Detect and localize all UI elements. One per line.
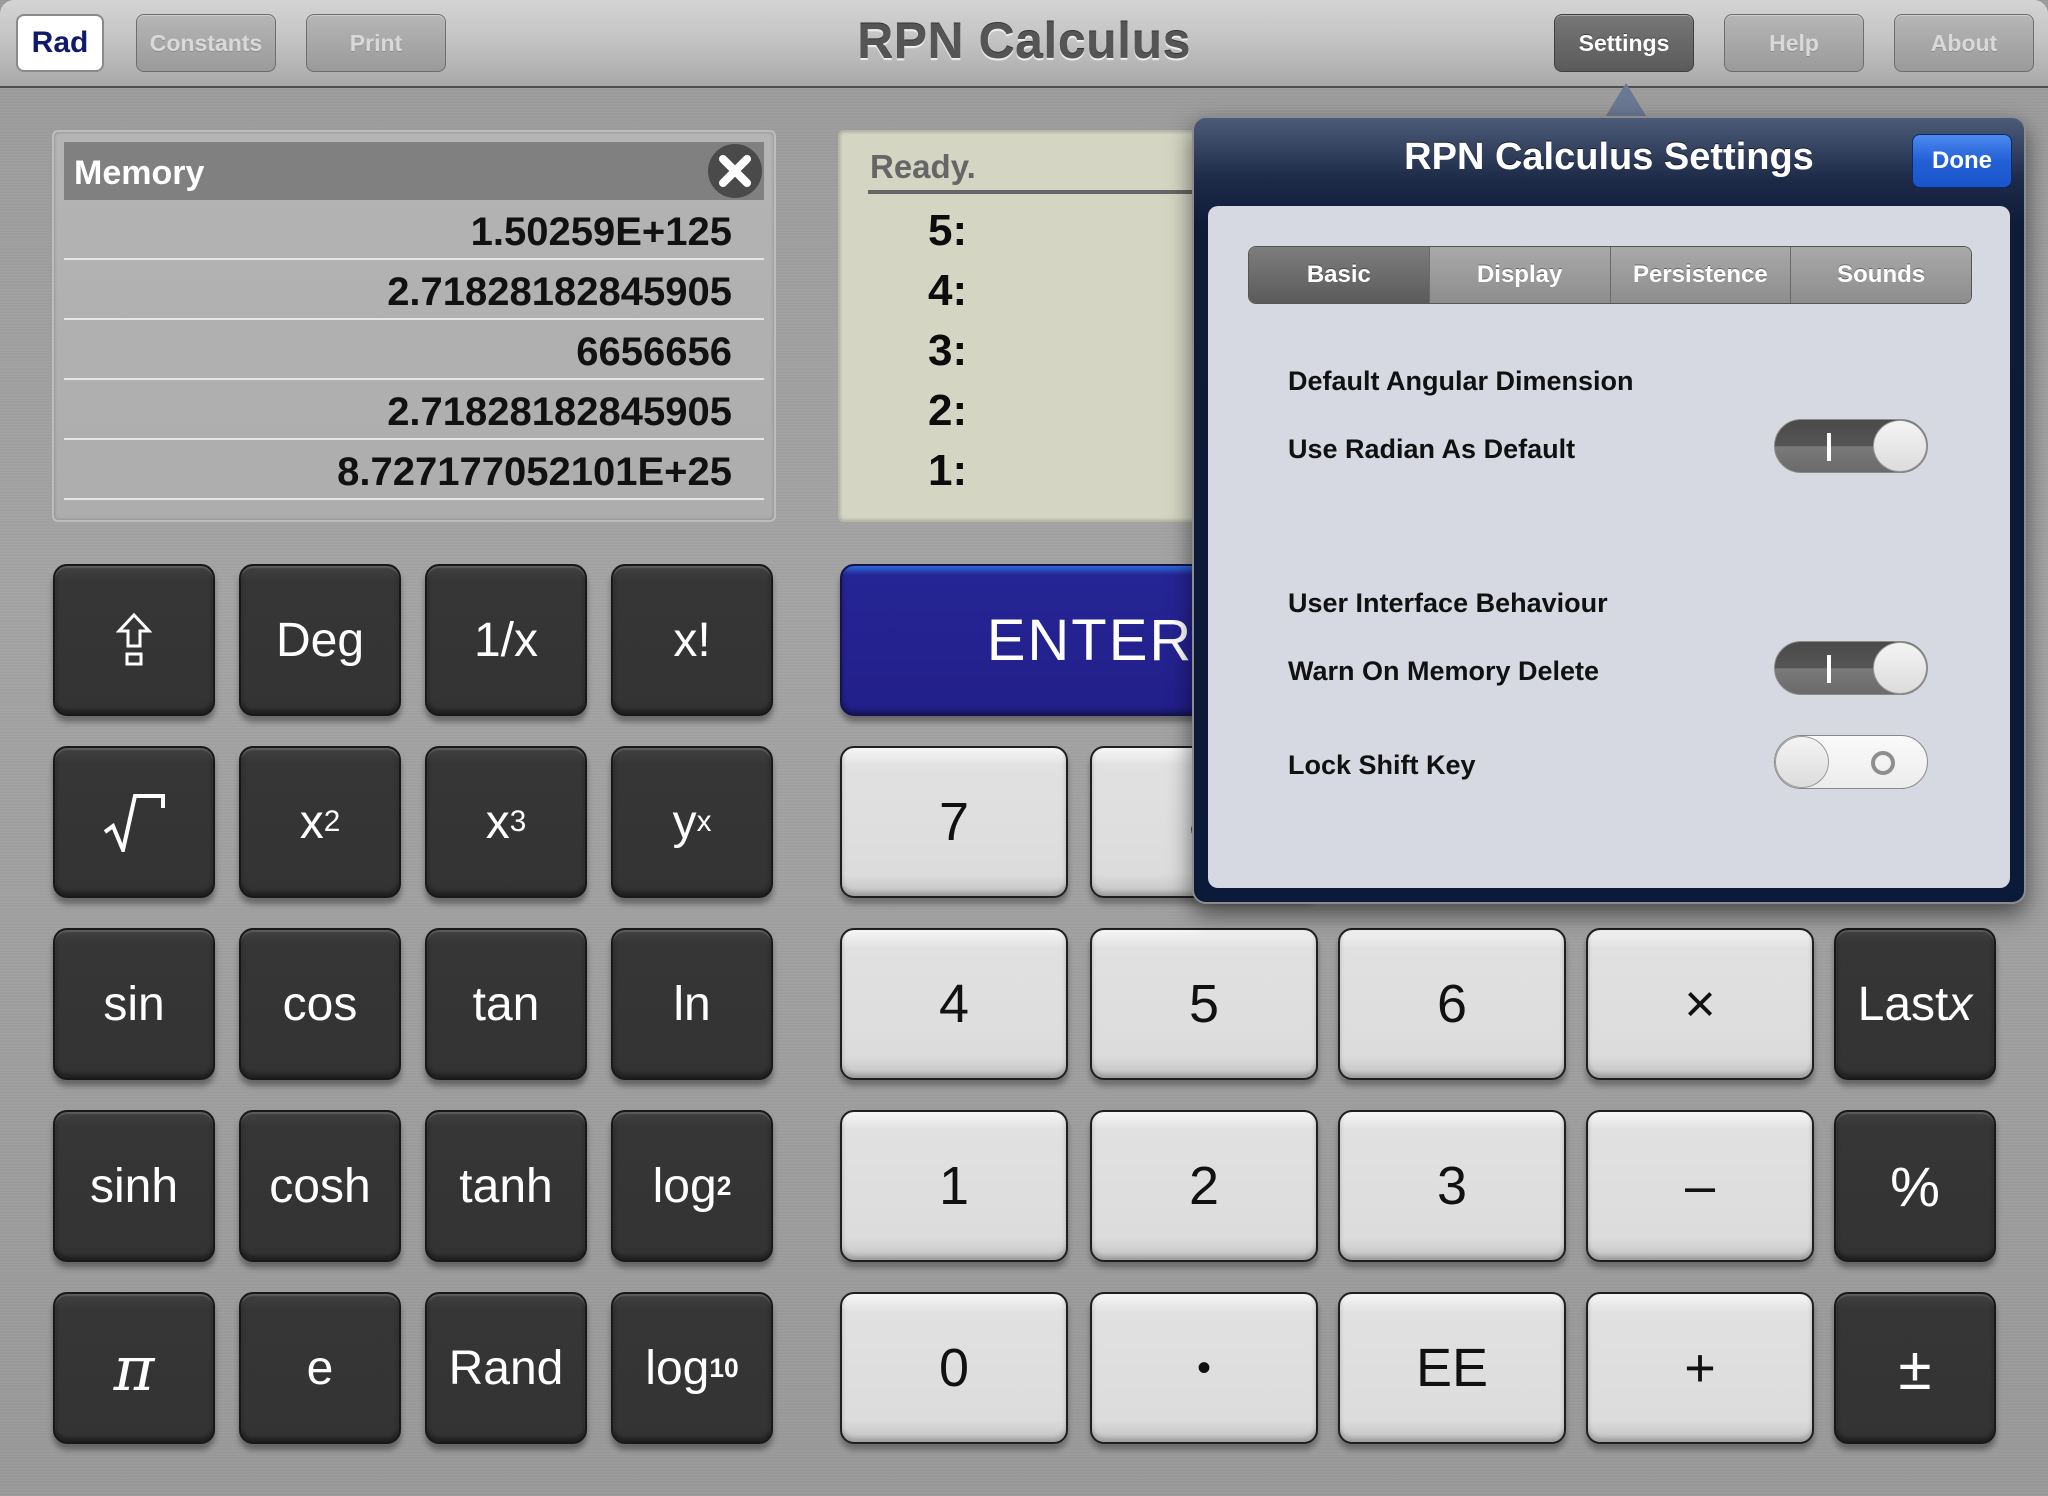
stack-level-label: 5: [928, 206, 968, 255]
digit-0-key[interactable]: 0 [840, 1292, 1068, 1444]
about-button[interactable]: About [1894, 14, 2034, 72]
stack-level-label: 4: [928, 266, 968, 315]
section-angular-heading: Default Angular Dimension [1288, 366, 1634, 396]
sin-key[interactable]: sin [53, 928, 215, 1080]
cube-base: x [485, 795, 510, 849]
memory-close-button[interactable] [708, 144, 762, 198]
stack-level-label: 1: [928, 446, 968, 495]
exponent-key[interactable]: EE [1338, 1292, 1566, 1444]
memory-header: Memory [64, 142, 764, 200]
decimal-key[interactable]: • [1090, 1292, 1318, 1444]
memory-value: 2.71828182845905 [387, 390, 732, 434]
log2-key[interactable]: log 2 [611, 1110, 773, 1262]
settings-body: Basic Display Persistence Sounds Default… [1208, 206, 2010, 888]
tab-basic[interactable]: Basic [1249, 247, 1430, 303]
e-key[interactable]: e [239, 1292, 401, 1444]
lock-shift-label: Lock Shift Key [1288, 750, 1476, 780]
factorial-key[interactable]: x! [611, 564, 773, 716]
settings-title: RPN Calculus Settings [1404, 136, 1814, 178]
multiply-key[interactable]: × [1586, 928, 1814, 1080]
tan-key[interactable]: tan [425, 928, 587, 1080]
memory-item[interactable]: 2.71828182845905 [64, 380, 764, 440]
sqrt-key[interactable] [53, 746, 215, 898]
use-radian-toggle[interactable] [1774, 419, 1928, 473]
digit-3-key[interactable]: 3 [1338, 1110, 1566, 1262]
memory-value: 2.71828182845905 [387, 270, 732, 314]
percent-key[interactable]: % [1834, 1110, 1996, 1262]
memory-title: Memory [74, 154, 205, 192]
status-divider [868, 190, 1208, 194]
popover-arrow [1604, 83, 1648, 119]
log10-base: log [645, 1341, 710, 1395]
toggle-on-mark [1827, 433, 1831, 461]
power-base: y [672, 795, 697, 849]
use-radian-label: Use Radian As Default [1288, 434, 1576, 464]
pi-key[interactable]: π [53, 1292, 215, 1444]
settings-button[interactable]: Settings [1554, 14, 1694, 72]
add-key[interactable]: + [1586, 1292, 1814, 1444]
memory-item[interactable]: 6656656 [64, 320, 764, 380]
sinh-key[interactable]: sinh [53, 1110, 215, 1262]
cube-key[interactable]: x3 [425, 746, 587, 898]
tanh-key[interactable]: tanh [425, 1110, 587, 1262]
memory-value: 6656656 [576, 330, 732, 374]
cosh-key[interactable]: cosh [239, 1110, 401, 1262]
memory-item[interactable]: 1.50259E+125 [64, 200, 764, 260]
toggle-off-mark [1871, 751, 1895, 775]
power-key[interactable]: yx [611, 746, 773, 898]
settings-popover: RPN Calculus Settings Done Basic Display… [1192, 116, 2026, 904]
help-button[interactable]: Help [1724, 14, 1864, 72]
stack-level-label: 2: [928, 386, 968, 435]
shift-arrow-icon [116, 612, 152, 666]
done-button[interactable]: Done [1912, 134, 2012, 188]
digit-2-key[interactable]: 2 [1090, 1110, 1318, 1262]
sqrt-icon [103, 794, 165, 852]
toggle-knob [1873, 420, 1927, 472]
memory-value: 1.50259E+125 [470, 210, 732, 254]
section-ui-heading: User Interface Behaviour [1288, 588, 1608, 618]
log2-base: log [652, 1159, 717, 1213]
digit-5-key[interactable]: 5 [1090, 928, 1318, 1080]
warn-memory-delete-toggle[interactable] [1774, 641, 1928, 695]
digit-1-key[interactable]: 1 [840, 1110, 1068, 1262]
tab-display[interactable]: Display [1429, 247, 1611, 303]
plus-minus-key[interactable]: ± [1834, 1292, 1996, 1444]
rand-key[interactable]: Rand [425, 1292, 587, 1444]
toggle-knob [1775, 736, 1829, 788]
digit-4-key[interactable]: 4 [840, 928, 1068, 1080]
memory-item[interactable]: 8.727177052101E+25 [64, 440, 764, 500]
toggle-on-mark [1827, 655, 1831, 683]
shift-key[interactable] [53, 564, 215, 716]
subtract-key[interactable]: – [1586, 1110, 1814, 1262]
memory-item[interactable]: 2.71828182845905 [64, 260, 764, 320]
tab-persistence[interactable]: Persistence [1610, 247, 1792, 303]
warn-memory-delete-label: Warn On Memory Delete [1288, 656, 1600, 686]
toggle-knob [1873, 642, 1927, 694]
close-x-icon [719, 155, 751, 187]
stack-display: Ready. 5: 4: 3: 2: 1: [838, 130, 1208, 522]
stack-level-label: 3: [928, 326, 968, 375]
settings-tabs: Basic Display Persistence Sounds [1248, 246, 1972, 304]
top-toolbar: Rad Constants Print RPN Calculus Setting… [0, 0, 2048, 88]
square-base: x [299, 795, 324, 849]
lock-shift-toggle[interactable] [1774, 735, 1928, 789]
lastx-var: x [1948, 977, 1973, 1031]
log10-key[interactable]: log 10 [611, 1292, 773, 1444]
digit-7-key[interactable]: 7 [840, 746, 1068, 898]
deg-key[interactable]: Deg [239, 564, 401, 716]
lastx-prefix: Last [1857, 977, 1949, 1031]
digit-6-key[interactable]: 6 [1338, 928, 1566, 1080]
reciprocal-key[interactable]: 1/x [425, 564, 587, 716]
lastx-key[interactable]: Last x [1834, 928, 1996, 1080]
status-text: Ready. [870, 148, 976, 185]
cos-key[interactable]: cos [239, 928, 401, 1080]
tab-sounds[interactable]: Sounds [1791, 247, 1971, 303]
ln-key[interactable]: ln [611, 928, 773, 1080]
square-key[interactable]: x2 [239, 746, 401, 898]
memory-panel: Memory 1.50259E+125 2.71828182845905 665… [52, 130, 776, 522]
memory-value: 8.727177052101E+25 [337, 450, 732, 494]
